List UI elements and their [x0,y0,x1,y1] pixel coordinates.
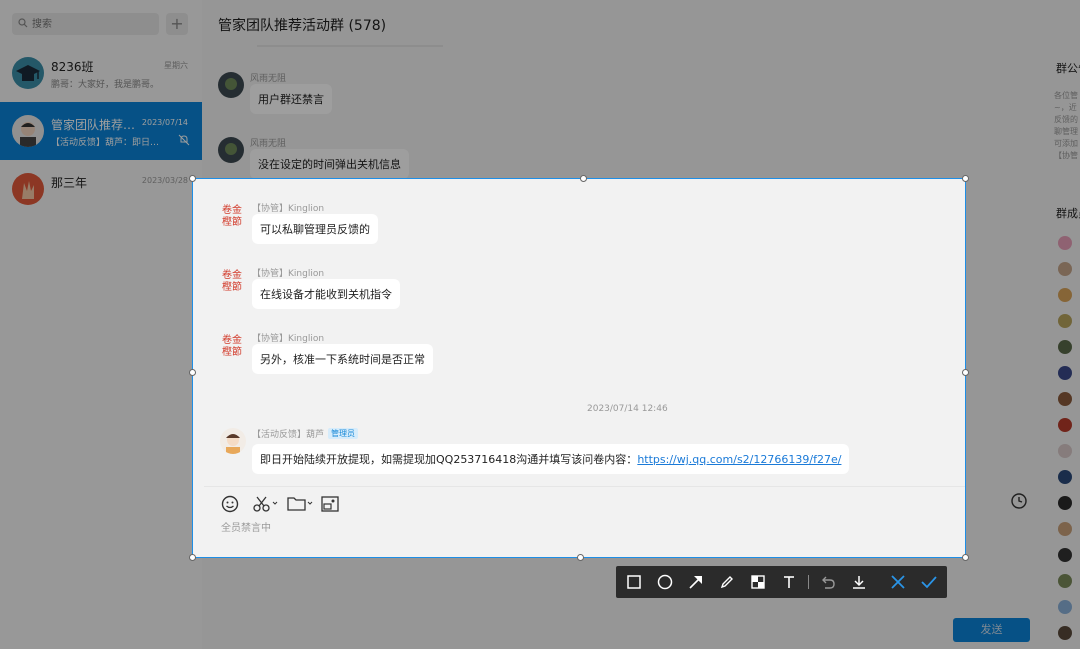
download-icon [853,576,865,589]
resize-handle-sw[interactable] [189,554,196,561]
svg-text:卷金: 卷金 [222,268,242,281]
message-timestamp: 2023/07/14 12:46 [587,404,668,414]
resize-handle-s[interactable] [577,554,584,561]
input-placeholder: 全员禁言中 [221,523,271,534]
svg-text:樫節: 樫節 [222,280,242,293]
mosaic-tool[interactable] [743,566,773,598]
arrow-icon [689,576,702,589]
ellipse-tool[interactable] [650,566,680,598]
text-tool[interactable] [774,566,804,598]
rectangle-icon [627,575,641,589]
resize-handle-e[interactable] [962,369,969,376]
input-area: 全员禁言中 [204,486,965,557]
svg-text:樫節: 樫節 [222,215,242,228]
message-text: 即日开始陆续开放提现，如需提现加QQ253716418沟通并填写该问卷内容： [260,453,638,466]
kinglion-avatar: 卷金 樫節 [220,202,246,228]
cancel-icon [891,575,905,589]
text-icon [784,576,794,588]
survey-link[interactable]: https://wj.qq.com/s2/12766139/f27e/ [637,453,841,466]
mosaic-icon [751,575,765,589]
resize-handle-se[interactable] [962,554,969,561]
image-icon[interactable] [321,495,339,513]
resize-handle-nw[interactable] [189,175,196,182]
message-bubble: 在线设备才能收到关机指令 [252,279,400,309]
message-sender: 【协管】Kinglion [252,204,325,214]
toolbar-divider [808,575,809,589]
emoji-icon[interactable] [221,495,239,513]
kinglion-avatar: 卷金 樫節 [220,267,246,293]
confirm-icon [921,576,937,589]
admin-badge: 管理员 [328,428,359,439]
avatar [220,428,246,454]
message-bubble: 即日开始陆续开放提现，如需提现加QQ253716418沟通并填写该问卷内容：ht… [252,444,850,474]
pen-icon [720,576,733,589]
capture-selection[interactable]: 卷金 樫節 【协管】Kinglion 可以私聊管理员反馈的 卷金 樫節 【协管】Ki… [192,178,966,558]
ellipse-icon [657,574,673,590]
sender-name: 【活动反馈】葫芦 [252,430,325,440]
message-sender: 【协管】Kinglion [252,269,325,279]
resize-handle-n[interactable] [580,175,587,182]
rectangle-tool[interactable] [619,566,649,598]
kinglion-avatar: 卷金 樫節 [220,332,246,358]
cancel-tool[interactable] [883,566,913,598]
pen-tool[interactable] [712,566,742,598]
message-sender: 【活动反馈】葫芦 管理员 [252,427,359,440]
svg-text:卷金: 卷金 [222,333,242,346]
resize-handle-w[interactable] [189,369,196,376]
message-bubble: 另外，核准一下系统时间是否正常 [252,344,433,374]
svg-text:卷金: 卷金 [222,203,242,216]
capture-toolbar [616,566,947,598]
scissors-icon[interactable] [252,495,280,513]
svg-text:樫節: 樫節 [222,345,242,358]
resize-handle-ne[interactable] [962,175,969,182]
message-sender: 【协管】Kinglion [252,334,325,344]
arrow-tool[interactable] [681,566,711,598]
message-bubble: 可以私聊管理员反馈的 [252,214,378,244]
confirm-tool[interactable] [914,566,944,598]
download-tool[interactable] [844,566,874,598]
folder-icon[interactable] [287,495,315,513]
undo-tool[interactable] [813,566,843,598]
undo-icon [822,576,835,589]
